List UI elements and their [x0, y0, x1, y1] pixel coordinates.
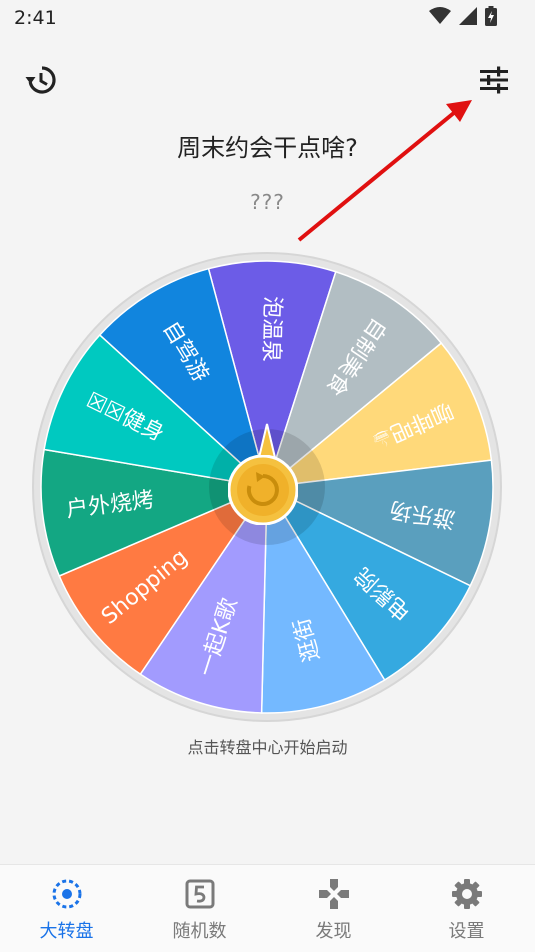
spin-wheel[interactable]: 泡温泉 自制美食咖啡吧☕游乐场电影院逛街一起K歌Shopping户外烧烤☒☒健身自…: [0, 0, 535, 800]
wheel-icon: [52, 879, 81, 909]
dice-number-icon: [185, 879, 214, 909]
tab-discover[interactable]: 发现: [267, 865, 400, 952]
tab-random-number[interactable]: 随机数: [133, 865, 266, 952]
bottom-tab-bar: 大转盘 随机数 发现 设置: [0, 864, 535, 952]
tab-label: 大转盘: [39, 921, 94, 942]
tab-wheel[interactable]: 大转盘: [0, 865, 133, 952]
spin-start-button[interactable]: [227, 454, 299, 526]
tab-settings[interactable]: 设置: [400, 865, 533, 952]
wheel-segment-label: 泡温泉: [258, 296, 285, 363]
tab-label: 随机数: [172, 921, 227, 942]
gear-icon: [451, 879, 482, 909]
gamepad-icon: [318, 879, 349, 909]
wheel-hint: 点击转盘中心开始启动: [187, 738, 348, 757]
refresh-icon: [227, 454, 299, 526]
tab-label: 发现: [315, 921, 352, 942]
tab-label: 设置: [448, 921, 485, 942]
